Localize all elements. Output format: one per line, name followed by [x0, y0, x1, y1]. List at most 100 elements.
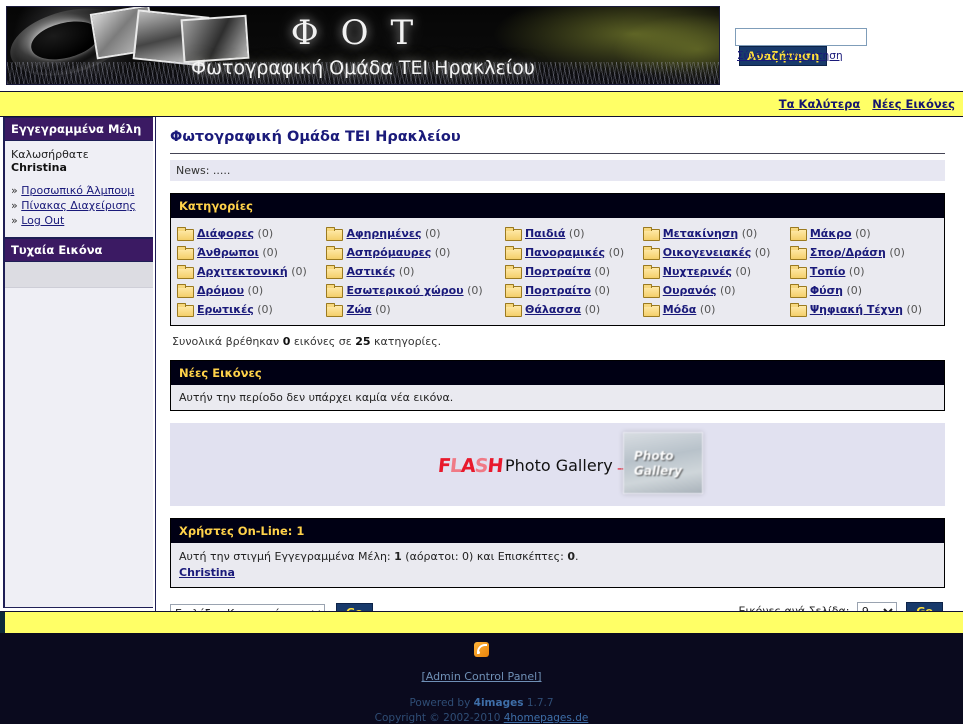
- category-link[interactable]: Πορτραίτο: [525, 284, 591, 297]
- category-link[interactable]: Εσωτερικού χώρου: [346, 284, 463, 297]
- news-bar: News: .....: [170, 160, 945, 181]
- category-link[interactable]: Σπορ/Δράση: [810, 246, 886, 259]
- folder-icon: [642, 265, 660, 279]
- category-cell[interactable]: Ζώα (0): [324, 300, 502, 319]
- category-cell[interactable]: Δρόμου (0): [175, 281, 324, 300]
- category-cell[interactable]: Πορτραίτα (0): [503, 262, 641, 281]
- category-cell[interactable]: Πανοραμικές (0): [503, 243, 641, 262]
- category-count: (0): [262, 246, 278, 259]
- category-count: (0): [467, 284, 483, 297]
- category-cell[interactable]: Μόδα (0): [641, 300, 788, 319]
- category-cell[interactable]: Παιδιά (0): [503, 224, 641, 243]
- category-count: (0): [568, 227, 585, 240]
- sidebar-link-label[interactable]: Πίνακας Διαχείρισης: [21, 199, 136, 212]
- table-row: Ερωτικές (0) Ζώα (0) Θάλασσα (0) Μόδα (0…: [175, 300, 940, 319]
- welcome-message: Καλωσήρθατε Christina: [11, 148, 147, 174]
- sidebar-link-label[interactable]: Προσωπικό Άλμπουμ: [21, 184, 134, 197]
- thumbnail-line-1: Photo: [634, 449, 674, 463]
- flash-gallery-label: Photo Gallery: [505, 456, 613, 475]
- category-count: (0): [375, 303, 391, 316]
- category-link[interactable]: Ερωτικές: [197, 303, 254, 316]
- category-cell[interactable]: Εσωτερικού χώρου (0): [324, 281, 502, 300]
- category-count: (0): [754, 246, 771, 259]
- header-area: ΦΟΤ Φωτογραφική Ομάδα ΤΕΙ Ηρακλείου Αναζ…: [0, 0, 963, 91]
- category-link[interactable]: Νυχτερινές: [663, 265, 732, 278]
- table-row: Διάφορες (0) Αφηρημένες (0) Παιδιά (0) Μ…: [175, 224, 940, 243]
- sidebar-item-control-panel[interactable]: » Πίνακας Διαχείρισης: [11, 198, 147, 213]
- folder-icon: [177, 246, 194, 260]
- category-cell[interactable]: Ασπρόμαυρες (0): [324, 243, 502, 262]
- category-link[interactable]: Ασπρόμαυρες: [346, 246, 431, 259]
- category-link[interactable]: Αφηρημένες: [346, 227, 421, 240]
- category-link[interactable]: Άνθρωποι: [197, 246, 259, 259]
- category-link[interactable]: Δρόμου: [197, 284, 244, 297]
- search-input[interactable]: [735, 27, 867, 46]
- category-link[interactable]: Αστικές: [346, 265, 395, 278]
- footer-edge-marker: [0, 612, 5, 634]
- nav-link-top-images[interactable]: Τα Καλύτερα: [779, 97, 860, 111]
- flash-gallery-banner[interactable]: FLASH Photo Gallery ---> Photo Gallery: [170, 423, 945, 506]
- category-link[interactable]: Μόδα: [663, 303, 697, 316]
- category-cell[interactable]: Ουρανός (0): [641, 281, 788, 300]
- sidebar-link-label[interactable]: Log Out: [21, 214, 64, 227]
- stats-suffix: κατηγορίες.: [370, 335, 442, 348]
- category-cell[interactable]: Αστικές (0): [324, 262, 502, 281]
- left-sidebar: Εγγεγραμμένα Μέλη Καλωσήρθατε Christina …: [3, 117, 153, 608]
- category-cell[interactable]: Θάλασσα (0): [503, 300, 641, 319]
- category-link[interactable]: Πανοραμικές: [525, 246, 605, 259]
- category-cell[interactable]: Μάκρο (0): [788, 224, 940, 243]
- category-link[interactable]: Οικογενειακές: [663, 246, 752, 259]
- flash-logo-text: FLASH: [436, 455, 504, 477]
- category-link[interactable]: Τοπίο: [810, 265, 846, 278]
- category-count: (0): [846, 284, 863, 297]
- banner-subtitle: Φωτογραφική Ομάδα ΤΕΙ Ηρακλείου: [191, 57, 535, 79]
- admin-control-panel-link[interactable]: [Admin Control Panel]: [0, 670, 963, 683]
- sidebar-item-logout[interactable]: » Log Out: [11, 213, 147, 228]
- category-cell[interactable]: Οικογενειακές (0): [641, 243, 788, 262]
- category-cell[interactable]: Μετακίνηση (0): [641, 224, 788, 243]
- category-link[interactable]: Μετακίνηση: [663, 227, 738, 240]
- category-link[interactable]: Ουρανός: [663, 284, 717, 297]
- copyright-link[interactable]: 4homepages.de: [504, 712, 589, 724]
- powered-version: 1.7.7: [523, 697, 554, 709]
- folder-icon: [642, 227, 660, 241]
- folder-icon: [326, 303, 344, 317]
- categories-block-body: Διάφορες (0) Αφηρημένες (0) Παιδιά (0) Μ…: [171, 218, 944, 325]
- advanced-search-link[interactable]: Σύνθετη Αναζήτηση: [737, 50, 843, 62]
- category-link[interactable]: Αρχιτεκτονική: [197, 265, 288, 278]
- folder-icon: [642, 246, 660, 260]
- online-guests-count: 0: [567, 550, 576, 563]
- category-cell[interactable]: Διάφορες (0): [175, 224, 324, 243]
- footer-credits: Powered by 4images 1.7.7 Copyright © 200…: [0, 696, 963, 724]
- category-link[interactable]: Θάλασσα: [525, 303, 581, 316]
- category-count: (0): [434, 246, 451, 259]
- category-cell[interactable]: Ερωτικές (0): [175, 300, 324, 319]
- top-navigation-bar: Τα Καλύτερα Νέες Εικόνες: [0, 91, 963, 117]
- category-cell[interactable]: Άνθρωποι (0): [175, 243, 324, 262]
- nav-link-new-images[interactable]: Νέες Εικόνες: [872, 97, 955, 111]
- members-panel-title: Εγγεγραμμένα Μέλη: [5, 117, 153, 141]
- category-link[interactable]: Ζώα: [346, 303, 371, 316]
- category-link[interactable]: Διάφορες: [197, 227, 254, 240]
- category-cell[interactable]: Νυχτερινές (0): [641, 262, 788, 281]
- category-cell[interactable]: Φύση (0): [788, 281, 940, 300]
- category-cell[interactable]: Πορτραίτο (0): [503, 281, 641, 300]
- category-link[interactable]: Ψηφιακή Τέχνη: [810, 303, 903, 316]
- random-image-panel-body: [5, 288, 153, 608]
- category-link[interactable]: Παιδιά: [525, 227, 565, 240]
- welcome-username: Christina: [11, 161, 67, 174]
- folder-icon: [177, 284, 194, 298]
- site-banner: ΦΟΤ Φωτογραφική Ομάδα ΤΕΙ Ηρακλείου: [6, 6, 720, 85]
- category-link[interactable]: Πορτραίτα: [525, 265, 591, 278]
- flash-gallery-thumbnail[interactable]: Photo Gallery: [623, 432, 703, 494]
- rss-icon[interactable]: [474, 642, 489, 657]
- category-cell[interactable]: Τοπίο (0): [788, 262, 940, 281]
- sidebar-item-personal-album[interactable]: » Προσωπικό Άλμπουμ: [11, 183, 147, 198]
- online-user-link[interactable]: Christina: [179, 566, 235, 579]
- category-cell[interactable]: Σπορ/Δράση (0): [788, 243, 940, 262]
- category-link[interactable]: Μάκρο: [810, 227, 852, 240]
- category-cell[interactable]: Ψηφιακή Τέχνη (0): [788, 300, 940, 319]
- category-cell[interactable]: Αφηρημένες (0): [324, 224, 502, 243]
- category-link[interactable]: Φύση: [810, 284, 843, 297]
- category-cell[interactable]: Αρχιτεκτονική (0): [175, 262, 324, 281]
